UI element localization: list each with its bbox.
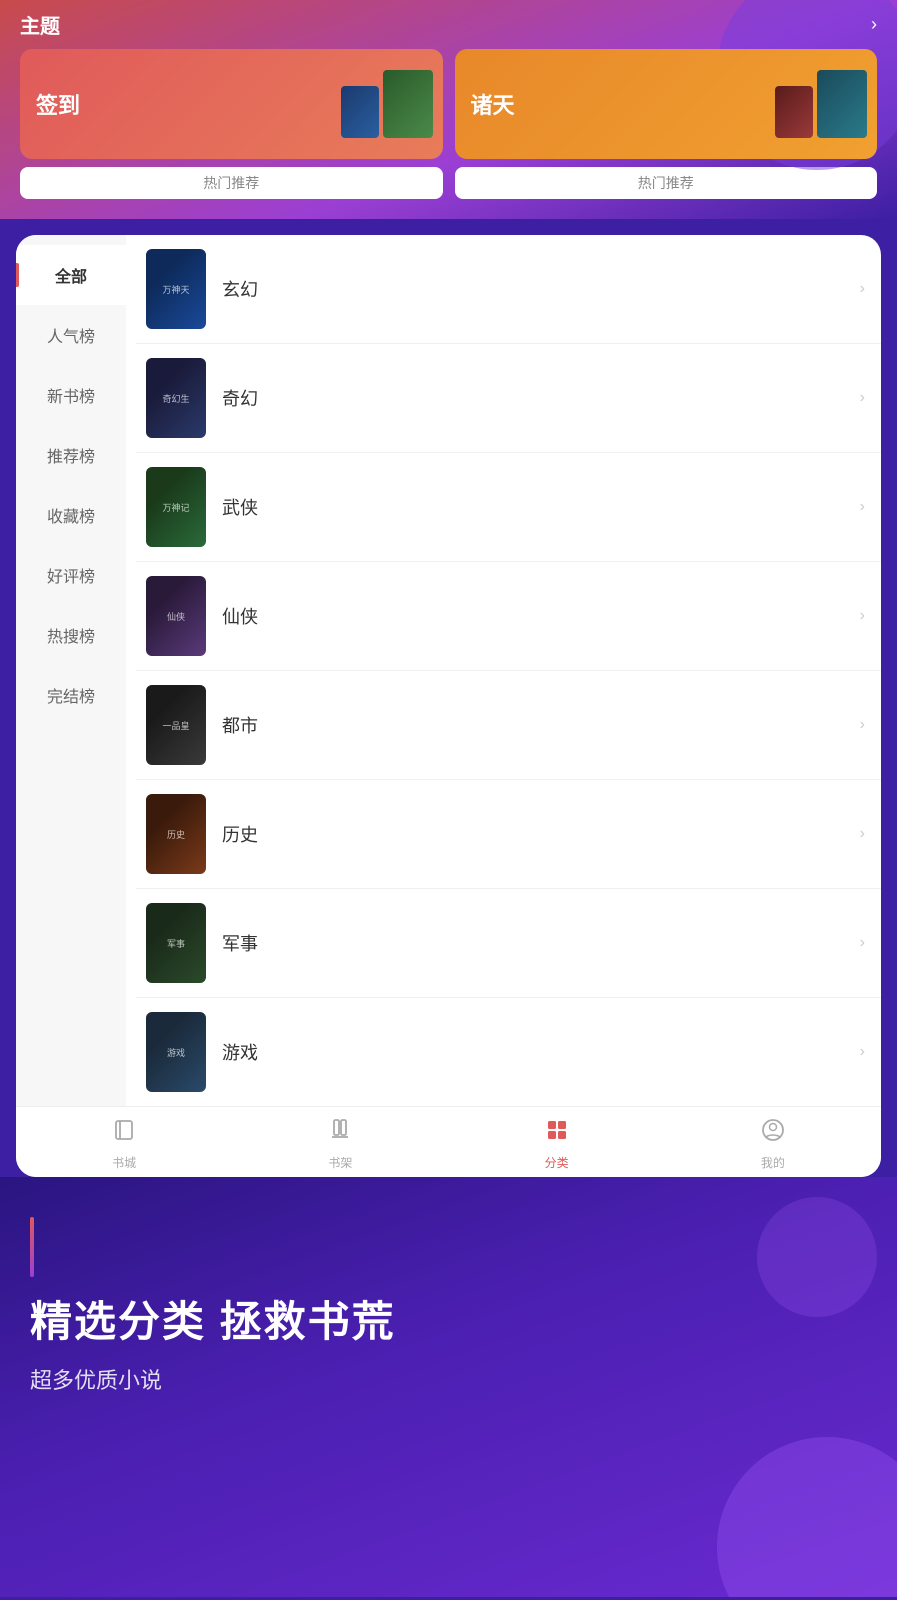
cat-cover-xianxia: 仙侠 [146, 576, 206, 656]
cat-name-wuxia: 武侠 [222, 494, 860, 520]
cat-name-qihuan: 奇幻 [222, 385, 860, 411]
cat-cover-youxi: 游戏 [146, 1012, 206, 1092]
cat-arrow-youxi: › [860, 1043, 865, 1061]
shelf-icon [327, 1117, 353, 1150]
cat-cover-junshi: 军事 [146, 903, 206, 983]
sidebar-item-collection[interactable]: 收藏榜 [16, 485, 126, 545]
nav-bookstore[interactable]: 书城 [16, 1117, 232, 1171]
cat-cover-dushi: 一品皇 [146, 685, 206, 765]
section-header: 主题 › [20, 0, 877, 49]
promo-section: 精选分类 拯救书荒 超多优质小说 [0, 1177, 897, 1597]
banner-signin-books [341, 70, 433, 138]
bookstore-icon [111, 1117, 137, 1150]
banner-row: 签到 诸天 [20, 49, 877, 159]
sidebar-item-hotsearch[interactable]: 热搜榜 [16, 605, 126, 665]
main-card: 全部 人气榜 新书榜 推荐榜 收藏榜 好评榜 热搜榜 完结榜 [16, 235, 881, 1177]
cat-cover-lishi: 历史 [146, 794, 206, 874]
banner-signin-label: 签到 [36, 88, 80, 120]
cat-name-dushi: 都市 [222, 712, 860, 738]
category-item-qihuan[interactable]: 奇幻生 奇幻 › [136, 344, 881, 453]
nav-category-label: 分类 [545, 1154, 569, 1171]
cat-name-xuanhuan: 玄幻 [222, 276, 860, 302]
cat-name-youxi: 游戏 [222, 1039, 860, 1065]
banner-zhutian[interactable]: 诸天 [455, 49, 878, 159]
hot-label-signin: 热门推荐 [20, 167, 443, 199]
nav-shelf[interactable]: 书架 [232, 1117, 448, 1171]
category-icon [544, 1117, 570, 1150]
sidebar-item-recommend[interactable]: 推荐榜 [16, 425, 126, 485]
book-cover-3 [775, 86, 813, 138]
sidebar-item-all[interactable]: 全部 [16, 245, 126, 305]
category-item-youxi[interactable]: 游戏 游戏 › [136, 998, 881, 1106]
cat-name-lishi: 历史 [222, 821, 860, 847]
cat-arrow-qihuan: › [860, 389, 865, 407]
book-cover-4 [817, 70, 867, 138]
banner-zhutian-books [775, 70, 867, 138]
category-layout: 全部 人气榜 新书榜 推荐榜 收藏榜 好评榜 热搜榜 完结榜 [16, 235, 881, 1106]
sidebar-item-newbook[interactable]: 新书榜 [16, 365, 126, 425]
sidebar-item-finished[interactable]: 完结榜 [16, 665, 126, 725]
section-title: 主题 [20, 10, 60, 39]
category-item-xuanhuan[interactable]: 万神天 玄幻 › [136, 235, 881, 344]
category-item-junshi[interactable]: 军事 军事 › [136, 889, 881, 998]
cat-cover-qihuan: 奇幻生 [146, 358, 206, 438]
cat-arrow-wuxia: › [860, 498, 865, 516]
promo-subtitle: 超多优质小说 [30, 1363, 867, 1395]
nav-mine-label: 我的 [761, 1154, 785, 1171]
promo-title: 精选分类 拯救书荒 [30, 1297, 867, 1347]
nav-shelf-label: 书架 [328, 1154, 352, 1171]
nav-mine[interactable]: 我的 [665, 1117, 881, 1171]
cat-arrow-xuanhuan: › [860, 280, 865, 298]
banner-signin[interactable]: 签到 [20, 49, 443, 159]
category-list: 万神天 玄幻 › 奇幻生 奇幻 › 万神记 武侠 › [126, 235, 881, 1106]
cat-arrow-dushi: › [860, 716, 865, 734]
cat-arrow-lishi: › [860, 825, 865, 843]
book-cover-1 [341, 86, 379, 138]
sidebar-item-popularity[interactable]: 人气榜 [16, 305, 126, 365]
nav-bookstore-label: 书城 [112, 1154, 136, 1171]
cat-arrow-junshi: › [860, 934, 865, 952]
cat-cover-xuanhuan: 万神天 [146, 249, 206, 329]
banner-zhutian-label: 诸天 [471, 88, 515, 120]
cat-name-xianxia: 仙侠 [222, 603, 860, 629]
cat-arrow-xianxia: › [860, 607, 865, 625]
category-item-lishi[interactable]: 历史 历史 › [136, 780, 881, 889]
category-item-wuxia[interactable]: 万神记 武侠 › [136, 453, 881, 562]
hot-label-row: 热门推荐 热门推荐 [20, 167, 877, 199]
promo-accent [30, 1217, 34, 1277]
hot-label-zhutian: 热门推荐 [455, 167, 878, 199]
top-section: 主题 › 签到 诸天 热门推荐 热门推荐 [0, 0, 897, 219]
sidebar-item-rating[interactable]: 好评榜 [16, 545, 126, 605]
category-item-dushi[interactable]: 一品皇 都市 › [136, 671, 881, 780]
section-arrow-icon[interactable]: › [871, 14, 877, 35]
bottom-nav: 书城 书架 分类 [16, 1106, 881, 1177]
category-item-xianxia[interactable]: 仙侠 仙侠 › [136, 562, 881, 671]
cat-cover-wuxia: 万神记 [146, 467, 206, 547]
cat-name-junshi: 军事 [222, 930, 860, 956]
book-cover-2 [383, 70, 433, 138]
left-sidebar: 全部 人气榜 新书榜 推荐榜 收藏榜 好评榜 热搜榜 完结榜 [16, 235, 126, 1106]
mine-icon [760, 1117, 786, 1150]
nav-category[interactable]: 分类 [449, 1117, 665, 1171]
